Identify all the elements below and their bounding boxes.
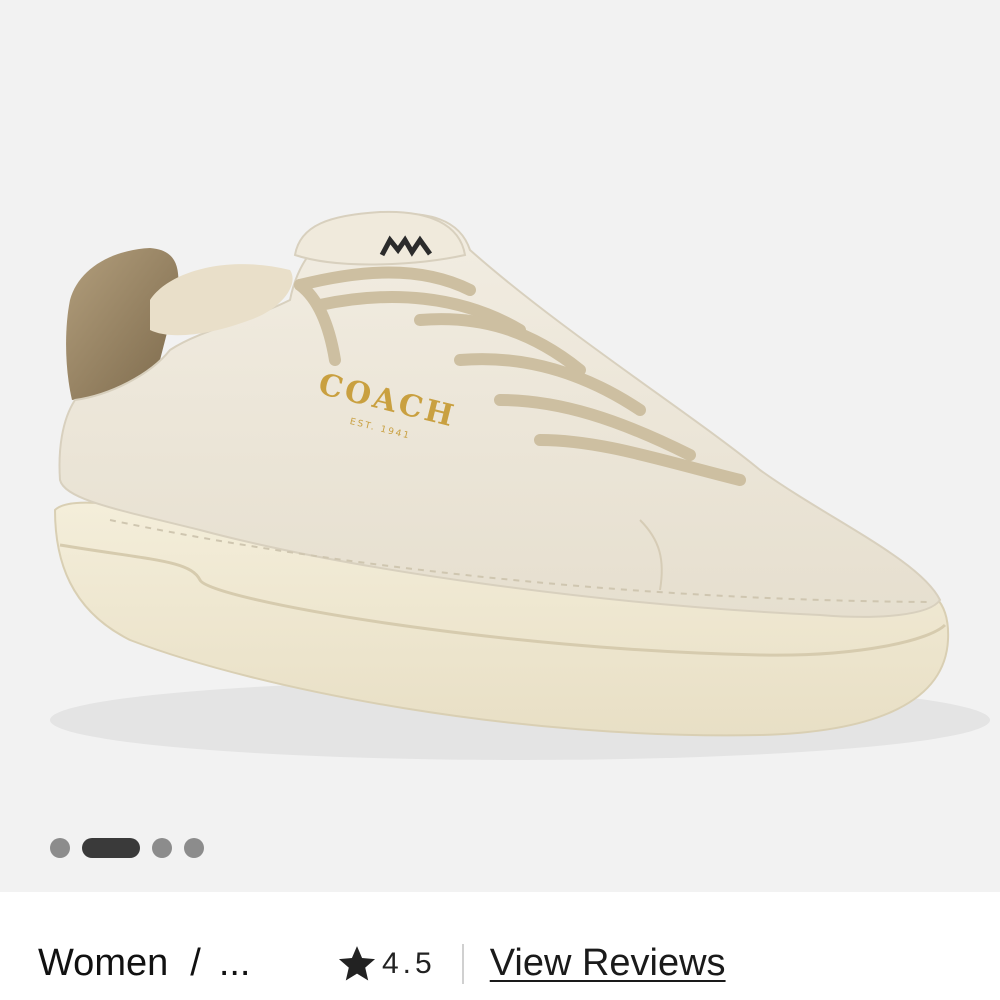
carousel-dot-1[interactable] [50, 838, 70, 858]
view-reviews-link[interactable]: View Reviews [490, 942, 726, 985]
breadcrumb: Women / ... [38, 942, 251, 985]
rating-value: 4.5 [382, 946, 436, 980]
carousel-dot-4[interactable] [184, 838, 204, 858]
breadcrumb-women-link[interactable]: Women [38, 942, 168, 985]
carousel-indicator [50, 838, 204, 858]
star-icon [336, 943, 378, 985]
carousel-dot-3[interactable] [152, 838, 172, 858]
product-rating: 4.5 View Reviews [336, 942, 726, 985]
breadcrumb-separator: / [190, 942, 201, 984]
carousel-dot-2-active[interactable] [82, 838, 140, 858]
rating-divider [461, 943, 464, 984]
product-image-gallery[interactable]: COACH EST. 1941 [0, 0, 1000, 892]
product-image: COACH EST. 1941 [50, 210, 990, 760]
breadcrumb-more[interactable]: ... [219, 942, 251, 985]
